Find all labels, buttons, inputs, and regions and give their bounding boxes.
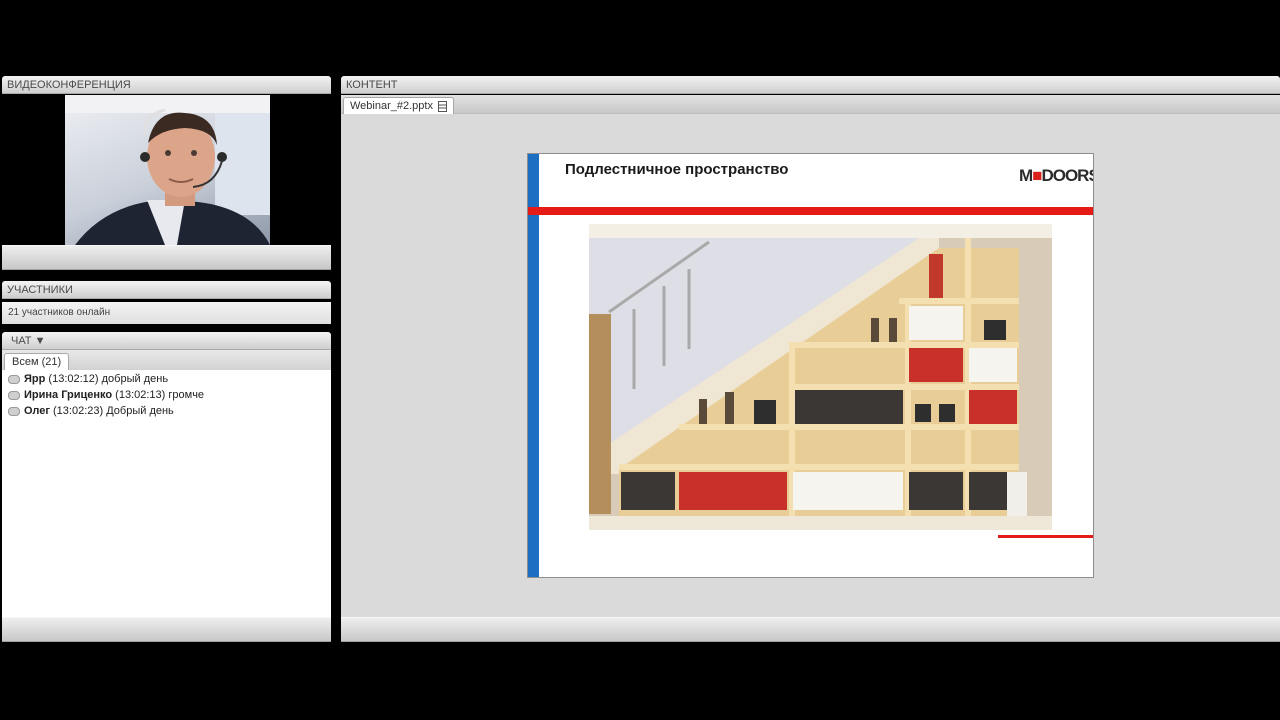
chat-author: Ярр [24, 373, 46, 385]
content-panel-title: КОНТЕНТ [346, 79, 398, 91]
logo-part: M [1019, 166, 1033, 185]
chat-bubble-icon [8, 390, 20, 400]
webcam-feed [65, 95, 270, 245]
slide-red-divider [528, 207, 1093, 215]
chat-message: Олег (13:02:23) Добрый день [2, 403, 331, 419]
content-controls-bar [341, 617, 1280, 642]
video-area [2, 95, 331, 245]
participants-count[interactable]: 21 участников онлайн [2, 302, 331, 324]
chat-time: (13:02:12) [48, 373, 99, 385]
video-panel-title: ВИДЕОКОНФЕРЕНЦИЯ [7, 79, 131, 91]
chat-panel-title[interactable]: ЧАТ ▼ [11, 335, 45, 347]
chat-panel-header[interactable]: ЧАТ ▼ [2, 332, 331, 350]
slide-red-accent [998, 535, 1093, 538]
slide-blue-stripe [528, 154, 539, 577]
document-icon[interactable] [437, 100, 447, 112]
presentation-slide: Подлестничное пространство M■DOORS [527, 153, 1094, 578]
chat-author: Ирина Гриценко [24, 389, 113, 401]
company-logo: M■DOORS [1019, 166, 1094, 186]
chat-input-bar[interactable] [2, 617, 331, 642]
participants-panel-header: УЧАСТНИКИ [2, 281, 331, 299]
video-panel-header: ВИДЕОКОНФЕРЕНЦИЯ [2, 76, 331, 94]
logo-part: DOORS [1041, 166, 1094, 185]
content-panel-header: КОНТЕНТ [341, 76, 1280, 94]
stair-storage-photo [589, 224, 1052, 530]
chat-tabbar: Всем (21) [2, 350, 331, 371]
chat-messages: Ярр (13:02:12) добрый день Ирина Гриценк… [2, 370, 331, 617]
chat-text: громче [168, 389, 205, 401]
presenter-image [65, 95, 270, 245]
chat-text: добрый день [101, 373, 169, 385]
file-tab-label: Webinar_#2.pptx [350, 100, 433, 112]
chat-time: (13:02:23) [53, 405, 104, 417]
chat-author: Олег [24, 405, 50, 417]
chat-bubble-icon [8, 374, 20, 384]
chat-text: Добрый день [106, 405, 174, 417]
chat-message: Ирина Гриценко (13:02:13) громче [2, 387, 331, 403]
content-tabbar: Webinar_#2.pptx [341, 95, 1280, 115]
video-controls-bar [2, 245, 331, 270]
chat-tab-all[interactable]: Всем (21) [4, 353, 70, 371]
participants-panel-title: УЧАСТНИКИ [7, 284, 73, 296]
chat-bubble-icon [8, 406, 20, 416]
chat-message: Ярр (13:02:12) добрый день [2, 371, 331, 387]
slide-title: Подлестничное пространство [565, 161, 789, 178]
file-tab[interactable]: Webinar_#2.pptx [343, 97, 454, 115]
chat-time: (13:02:13) [115, 389, 166, 401]
